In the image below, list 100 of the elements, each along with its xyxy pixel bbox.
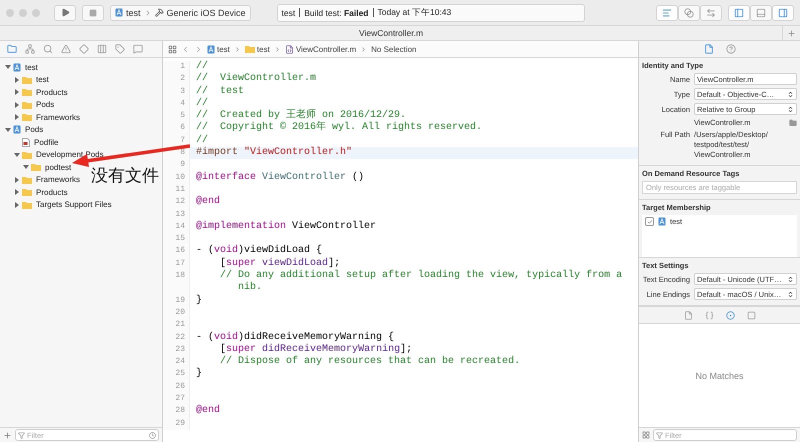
breakpoint-navigator-tab[interactable] <box>113 44 127 54</box>
clock-icon[interactable] <box>149 432 156 438</box>
version-editor-button[interactable] <box>700 4 722 20</box>
assistant-editor-button[interactable] <box>678 4 700 20</box>
run-button[interactable] <box>54 4 76 20</box>
code-line: #import "ViewController.h" <box>196 147 352 158</box>
stepper-icon <box>787 290 794 298</box>
folder-icon <box>244 45 255 53</box>
right-panel-button[interactable] <box>772 4 794 20</box>
forward-icon[interactable] <box>194 44 203 54</box>
tree-item[interactable]: Frameworks <box>36 112 80 122</box>
build-time: Today at 下午10:43 <box>378 6 452 18</box>
standard-editor-button[interactable] <box>656 4 678 20</box>
line-number: 25 <box>163 368 190 381</box>
line-number: 13 <box>163 208 190 221</box>
disclosure-open-icon[interactable] <box>4 126 10 133</box>
code-line: // <box>196 134 208 146</box>
version-editor-icon <box>706 8 716 18</box>
code-line: - (void)didReceiveMemoryWarning { <box>196 332 394 343</box>
tree-item[interactable]: podtest <box>45 162 72 172</box>
find-navigator-tab[interactable] <box>41 44 55 54</box>
help-inspector-tab[interactable] <box>724 44 738 54</box>
tree-item[interactable]: test <box>36 75 49 84</box>
stop-icon <box>89 8 97 16</box>
report-icon <box>133 44 143 54</box>
chevron-icon <box>234 46 241 52</box>
breadcrumb[interactable]: ViewController.m <box>296 44 356 54</box>
bottom-panel-icon <box>756 8 766 18</box>
line-number: 21 <box>163 319 190 332</box>
code-line: @end <box>196 405 220 416</box>
project-navigator-tab[interactable] <box>5 44 19 54</box>
breadcrumb[interactable]: No Selection <box>371 44 416 54</box>
tree-item[interactable]: Products <box>36 88 68 97</box>
file-icon <box>284 44 294 54</box>
back-icon[interactable] <box>181 44 190 54</box>
code-line: @end <box>196 196 220 208</box>
report-navigator-tab[interactable] <box>131 44 145 54</box>
tree-item[interactable]: test <box>25 62 38 72</box>
issue-icon <box>61 44 71 54</box>
line-number: 20 <box>163 306 190 320</box>
test-navigator-tab[interactable] <box>77 44 91 54</box>
line-number: 2 <box>163 73 190 86</box>
line-number: 16 <box>163 245 190 258</box>
filter-icon <box>656 432 663 438</box>
project-icon <box>7 44 17 54</box>
code-line: // Do any additional setup after loading the view, typically from a nib. <box>219 270 624 294</box>
stepper-icon <box>787 106 794 112</box>
scheme-button[interactable]: test Generic iOS Device <box>110 4 251 20</box>
code-icon <box>704 310 714 320</box>
chevron-icon <box>274 46 281 52</box>
related-items-icon[interactable] <box>168 44 177 54</box>
line-number: 14 <box>163 220 190 234</box>
tree-item[interactable]: Podfile <box>34 138 58 147</box>
issue-navigator-tab[interactable] <box>59 44 73 54</box>
line-number: 24 <box>163 356 190 368</box>
tree-item[interactable]: Products <box>36 188 68 197</box>
left-panel-button[interactable] <box>728 4 750 20</box>
code-line: // Copyright © 2016年 wyl. All rights reserved. <box>196 122 482 134</box>
code-line: // <box>196 61 208 72</box>
line-number: 11 <box>163 184 190 196</box>
breadcrumb[interactable]: test <box>256 44 270 54</box>
find-icon <box>43 44 53 54</box>
line-number: 17 <box>163 258 190 270</box>
line-number: 19 <box>163 294 190 307</box>
standard-editor-icon <box>662 8 672 18</box>
debug-navigator-tab[interactable] <box>95 44 109 54</box>
test-icon <box>79 44 89 54</box>
breadcrumb[interactable]: test <box>217 44 230 54</box>
bottom-panel-button[interactable] <box>750 4 772 20</box>
tree-item[interactable]: Pods <box>25 125 44 134</box>
stop-button[interactable] <box>82 4 104 20</box>
object-library-tab[interactable] <box>724 310 736 320</box>
tree-item[interactable]: Pods <box>36 100 54 110</box>
grid-icon[interactable] <box>642 431 650 439</box>
code-line: // <box>196 98 208 109</box>
checkbox[interactable] <box>645 217 654 226</box>
add-icon[interactable] <box>3 430 12 440</box>
file-icon <box>684 310 692 320</box>
project-icon <box>207 44 215 54</box>
symbol-icon <box>25 44 35 54</box>
line-number: 9 <box>163 159 190 172</box>
scheme-name[interactable]: test <box>126 8 141 18</box>
line-number: 27 <box>163 393 190 406</box>
file-icon <box>704 44 714 54</box>
symbol-navigator-tab[interactable] <box>23 44 37 54</box>
folder-icon[interactable] <box>789 118 797 126</box>
hammer-icon <box>154 8 164 17</box>
check-icon <box>646 218 652 224</box>
tree-item[interactable]: Frameworks <box>36 175 80 184</box>
line-number: 6 <box>163 122 190 135</box>
device-name[interactable]: Generic iOS Device <box>166 8 246 18</box>
code-line: // ViewController.m <box>196 73 316 84</box>
code-line: @implementation ViewController <box>196 220 376 232</box>
help-icon <box>726 44 736 54</box>
tree-item[interactable]: Targets Support Files <box>36 200 112 210</box>
line-number: 3 <box>163 86 190 98</box>
code-line: [super viewDidLoad]; <box>219 258 340 269</box>
plus-icon <box>787 28 796 38</box>
code-line: - (void)viewDidLoad { <box>196 245 322 256</box>
disclosure-open-icon[interactable] <box>4 64 10 70</box>
